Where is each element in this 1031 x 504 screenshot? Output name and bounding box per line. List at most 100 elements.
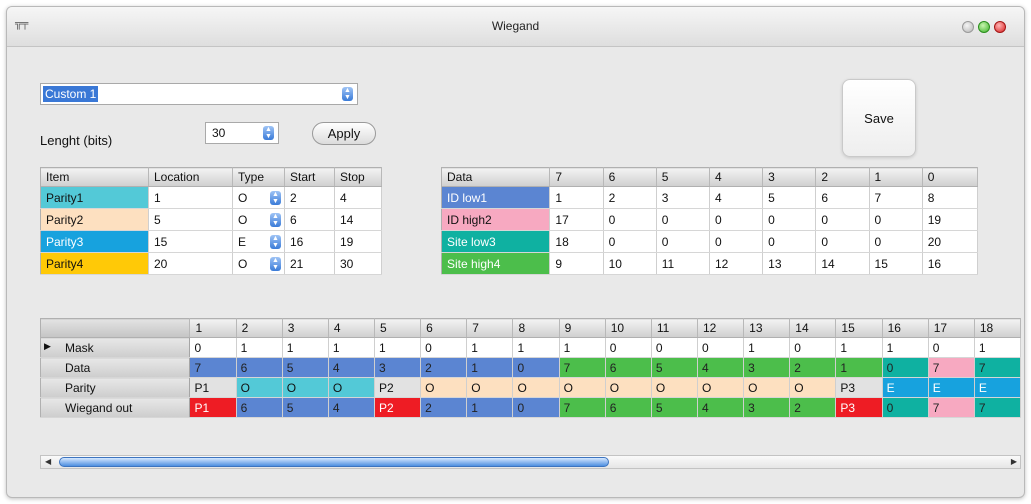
bit-column-header[interactable]: 2 [236,318,283,338]
table-cell[interactable]: 6 [284,208,335,231]
type-cell[interactable]: O ▲ ▼ [232,186,285,209]
table-cell[interactable]: 10 [603,252,657,275]
row-header-cell[interactable]: Data [40,357,191,378]
bit-cell[interactable]: 5 [651,397,699,418]
bit-column-header[interactable]: 14 [789,318,837,338]
data-header-cell[interactable]: 3 [762,167,817,187]
table-cell[interactable]: 17 [549,208,604,231]
table-cell[interactable]: 15 [148,230,233,253]
bit-cell[interactable]: 2 [789,397,837,418]
bit-cell[interactable]: 1 [374,337,422,358]
minimize-button[interactable] [962,21,974,33]
table-cell[interactable]: 5 [762,186,817,209]
bit-cell[interactable]: 7 [928,397,975,418]
table-cell[interactable]: 9 [549,252,604,275]
table-cell[interactable]: 30 [334,252,382,275]
select-arrows-icon[interactable]: ▲ ▼ [270,257,281,271]
apply-button[interactable]: Apply [312,122,376,145]
table-cell[interactable]: 14 [334,208,382,231]
bit-cell[interactable]: P3 [835,397,883,418]
maximize-button[interactable] [978,21,990,33]
bit-cell[interactable]: O [512,377,560,398]
bit-cell[interactable]: O [282,377,329,398]
bit-column-header[interactable]: 9 [559,318,606,338]
table-row[interactable]: Parity P1 O O O P2 O O O O O O O O O P3 E E E [40,377,1022,398]
bit-cell[interactable]: 7 [189,357,237,378]
bit-cell[interactable]: 0 [697,337,745,358]
bit-cell[interactable]: 7 [974,357,1022,378]
items-header-cell[interactable]: Stop [334,167,382,187]
bit-column-header[interactable]: 16 [882,318,929,338]
items-header-cell[interactable]: Type [232,167,285,187]
table-cell[interactable]: 0 [603,208,657,231]
bit-cell[interactable]: 1 [512,337,560,358]
table-cell[interactable]: 2 [284,186,335,209]
bit-cell[interactable]: 1 [743,337,791,358]
bit-cell[interactable]: O [651,377,699,398]
bit-column-header[interactable]: 8 [512,318,560,338]
bit-cell[interactable]: 0 [882,397,929,418]
table-row[interactable]: Data 7 6 5 4 3 2 1 0 7 6 5 4 3 2 1 0 7 7 [40,357,1022,378]
bit-cell[interactable]: 1 [835,337,883,358]
bit-cell[interactable]: 0 [189,337,237,358]
bit-cell[interactable]: 2 [420,357,468,378]
bit-cell[interactable]: 1 [466,357,514,378]
bit-cell[interactable]: 0 [420,337,468,358]
bit-cell[interactable]: 5 [282,397,329,418]
bit-column-header[interactable]: 15 [835,318,883,338]
data-header-cell[interactable]: Data [441,167,551,187]
table-cell[interactable]: 11 [656,252,710,275]
bit-column-header[interactable]: 1 [189,318,237,338]
table-row[interactable]: ID high2 17 0 0 0 0 0 0 19 [441,208,979,231]
table-cell[interactable]: 4 [709,186,764,209]
table-cell[interactable]: 8 [922,186,979,209]
type-cell[interactable]: O ▲ ▼ [232,252,285,275]
bit-cell[interactable]: 1 [835,357,883,378]
bit-cell[interactable]: P3 [835,377,883,398]
data-header-cell[interactable]: 7 [549,167,604,187]
table-cell[interactable]: 0 [709,230,764,253]
table-cell[interactable]: 1 [549,186,604,209]
bit-cell[interactable]: P2 [374,377,422,398]
data-header-cell[interactable]: 0 [922,167,979,187]
table-cell[interactable]: 1 [148,186,233,209]
data-name-cell[interactable]: Site high4 [441,252,551,275]
bit-cell[interactable]: 1 [466,397,514,418]
scroll-right-icon[interactable]: ▶ [1011,457,1017,466]
data-name-cell[interactable]: ID high2 [441,208,551,231]
length-select[interactable]: 30 ▲ ▼ [205,122,279,144]
bit-cell[interactable]: O [466,377,514,398]
type-cell[interactable]: O ▲ ▼ [232,208,285,231]
scroll-left-icon[interactable]: ◀ [45,457,51,466]
bit-cell[interactable]: 1 [559,337,606,358]
bit-cell[interactable]: 2 [420,397,468,418]
table-cell[interactable]: 5 [148,208,233,231]
table-cell[interactable]: 20 [148,252,233,275]
row-header-cell[interactable]: Parity [40,377,191,398]
table-cell[interactable]: 0 [656,230,710,253]
bit-cell[interactable]: E [882,377,929,398]
table-cell[interactable]: 3 [656,186,710,209]
table-cell[interactable]: 0 [709,208,764,231]
table-cell[interactable]: 0 [762,208,817,231]
table-row[interactable]: Parity1 1 O ▲ ▼ 2 4 [40,186,382,209]
bit-cell[interactable]: O [559,377,606,398]
table-cell[interactable]: 21 [284,252,335,275]
bit-cell[interactable]: 0 [512,357,560,378]
table-cell[interactable]: 19 [922,208,979,231]
bit-cell[interactable]: 1 [882,337,929,358]
table-cell[interactable]: 16 [284,230,335,253]
bit-cell[interactable]: 0 [789,337,837,358]
bit-cell[interactable]: 5 [282,357,329,378]
table-cell[interactable]: 7 [869,186,923,209]
table-cell[interactable]: 13 [762,252,817,275]
row-header-cell[interactable]: Wiegand out [40,397,191,418]
bit-cell[interactable]: 4 [697,397,745,418]
close-button[interactable] [994,21,1006,33]
bit-cell[interactable]: 7 [974,397,1022,418]
data-header-cell[interactable]: 6 [603,167,657,187]
horizontal-scrollbar[interactable]: ◀ ▶ [40,455,1021,469]
table-row[interactable]: Parity4 20 O ▲ ▼ 21 30 [40,252,382,275]
scrollbar-thumb[interactable] [59,457,609,467]
bit-column-header[interactable]: 18 [974,318,1022,338]
